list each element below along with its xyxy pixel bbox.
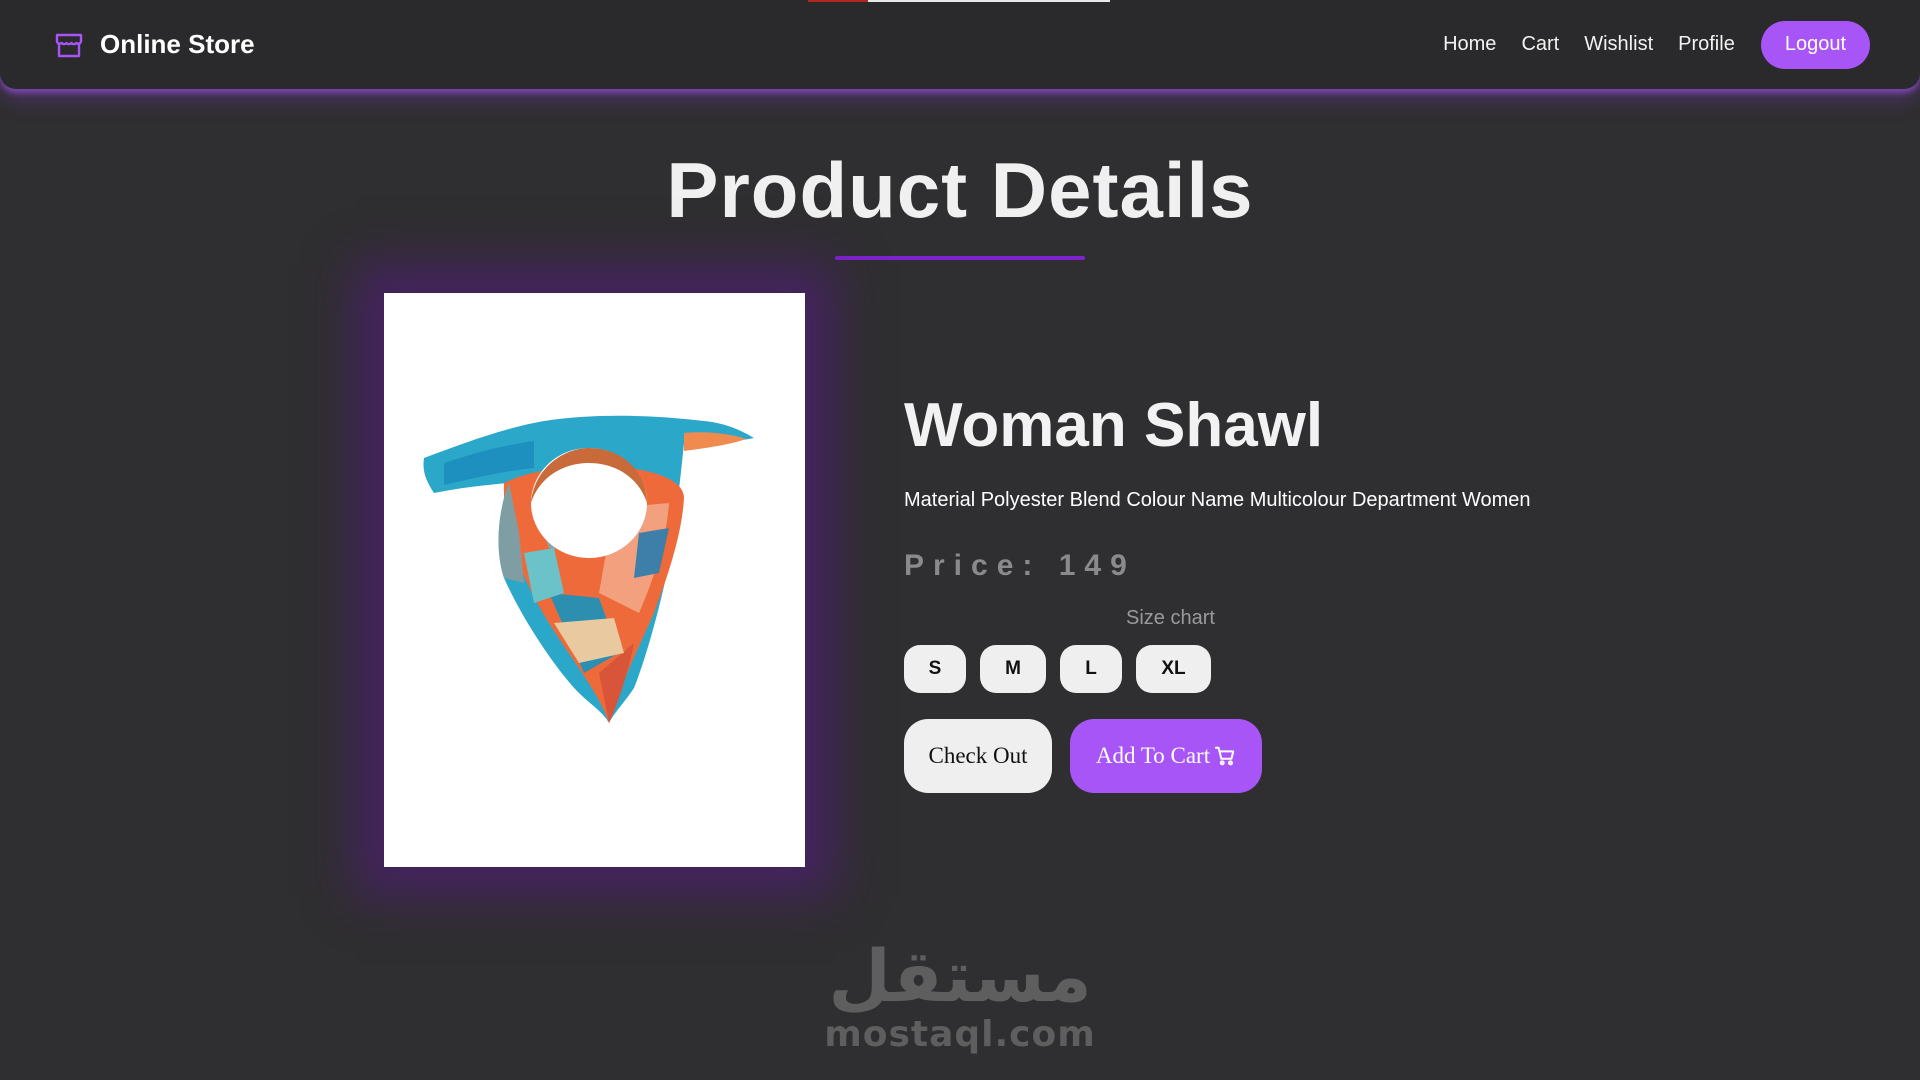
add-to-cart-button[interactable]: Add To Cart	[1070, 719, 1262, 793]
add-to-cart-label: Add To Cart	[1095, 743, 1211, 768]
store-icon	[54, 30, 84, 60]
cart-icon	[1214, 745, 1236, 767]
nav-home[interactable]: Home	[1443, 33, 1496, 56]
watermark-latin: mostaql.com	[824, 1014, 1096, 1055]
product-description: Material Polyester Blend Colour Name Mul…	[904, 489, 1531, 511]
price-label: Price:	[904, 549, 1042, 582]
brand-name: Online Store	[100, 29, 255, 59]
title-underline	[835, 256, 1085, 260]
page-title: Product Details	[666, 146, 1254, 234]
nav-wishlist[interactable]: Wishlist	[1584, 33, 1653, 56]
watermark: مستقل mostaql.com	[810, 940, 1110, 1055]
price-value: 149	[1058, 549, 1136, 582]
nav-profile[interactable]: Profile	[1678, 33, 1735, 56]
size-button-xl[interactable]: XL	[1136, 645, 1211, 693]
navbar: Online Store Home Cart Wishlist Profile …	[0, 0, 1920, 89]
price: Price: 149	[904, 549, 1136, 583]
logout-button[interactable]: Logout	[1760, 20, 1870, 69]
shawl-illustration	[423, 415, 754, 723]
product-image	[384, 293, 805, 867]
size-chart-link[interactable]: Size chart	[1126, 607, 1215, 630]
nav-links: Home Cart Wishlist Profile Logout	[1418, 20, 1870, 69]
product-actions: Check Out Add To Cart	[904, 719, 1262, 793]
size-button-l[interactable]: L	[1060, 645, 1122, 693]
checkout-button[interactable]: Check Out	[904, 719, 1052, 793]
size-button-m[interactable]: M	[980, 645, 1046, 693]
brand[interactable]: Online Store	[54, 29, 255, 60]
progress-segment	[808, 0, 868, 2]
page-load-progress	[808, 0, 1110, 2]
watermark-arabic: مستقل	[828, 934, 1092, 1018]
nav-cart[interactable]: Cart	[1521, 33, 1559, 56]
size-button-s[interactable]: S	[904, 645, 966, 693]
size-options: S M L XL	[904, 645, 1211, 693]
product-name: Woman Shawl	[904, 391, 1324, 460]
